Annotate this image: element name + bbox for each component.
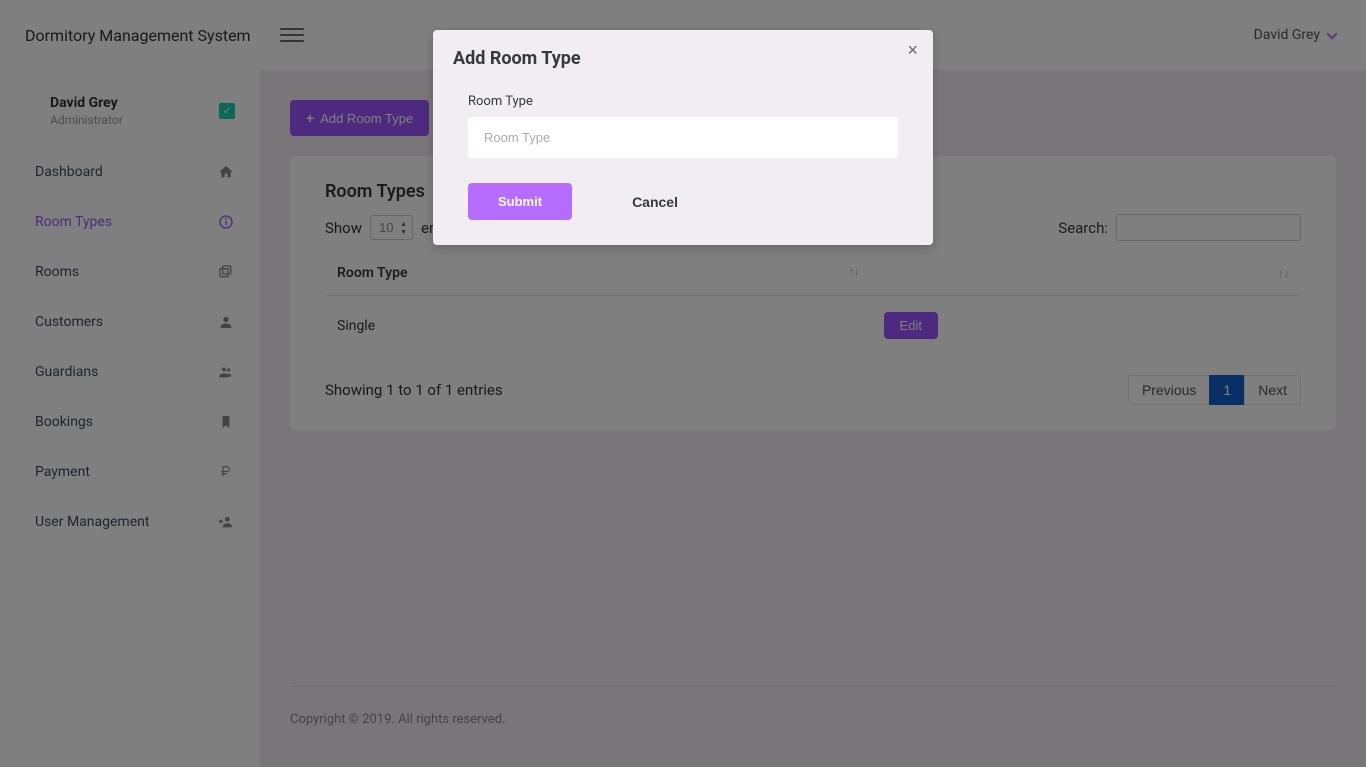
- room-type-input[interactable]: [468, 117, 898, 158]
- modal-close-button[interactable]: ×: [907, 40, 918, 61]
- cancel-button[interactable]: Cancel: [632, 194, 678, 210]
- submit-button[interactable]: Submit: [468, 183, 572, 220]
- close-icon: ×: [907, 40, 918, 60]
- modal-title: Add Room Type: [453, 48, 913, 69]
- add-room-type-modal: Add Room Type × Room Type Submit Cancel: [433, 30, 933, 245]
- room-type-label: Room Type: [468, 94, 898, 109]
